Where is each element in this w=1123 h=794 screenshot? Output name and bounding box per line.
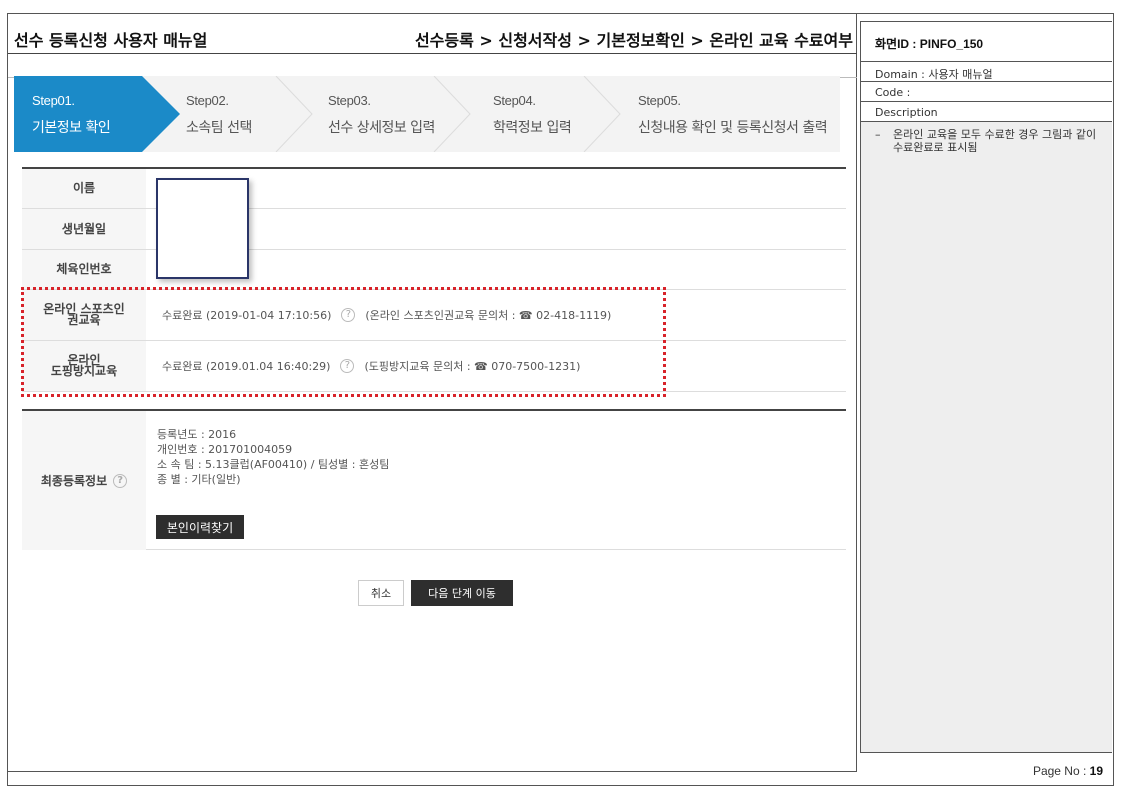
category-info: 종 별 : 기타(일반) — [157, 473, 241, 486]
step-1-number: Step01. — [32, 93, 75, 108]
registration-year: 등록년도 : 2016 — [157, 428, 237, 441]
help-icon[interactable]: ? — [113, 473, 128, 488]
sports-id-label: 체육인번호 — [22, 250, 146, 289]
side-panel: 화면ID : PINFO_150 Domain : 사용자 매뉴얼 Code :… — [860, 21, 1112, 752]
name-row: 이름 — [22, 169, 846, 209]
sports-id-row: 체육인번호 — [22, 250, 846, 290]
cancel-button[interactable]: 취소 — [358, 580, 404, 606]
final-registration-label: 최종등록정보 ? — [22, 411, 146, 550]
active-step-chevron — [14, 76, 180, 152]
personal-number: 개인번호 : 201701004059 — [157, 443, 293, 456]
team-info: 소 속 팀 : 5.13클럽(AF00410) / 팀성별 : 혼성팀 — [157, 458, 390, 471]
step-3-number: Step03. — [328, 93, 371, 108]
step-divider — [433, 76, 471, 152]
breadcrumb: 선수등록 > 신청서작성 > 기본정보확인 > 온라인 교육 수료여부 — [414, 31, 853, 50]
step-2-number: Step02. — [186, 93, 229, 108]
screen-id: 화면ID : PINFO_150 — [861, 22, 1112, 62]
description-text: – 온라인 교육을 모두 수료한 경우 그림과 같이 수료완료로 표시됨 — [875, 128, 1097, 154]
step-5-label: 신청내용 확인 및 등록신청서 출력 — [638, 120, 828, 136]
domain-line: Domain : 사용자 매뉴얼 — [861, 62, 1112, 82]
description-label: Description — [861, 102, 1112, 122]
final-registration-row: 최종등록정보 ? 등록년도 : 2016 개인번호 : 201701004059… — [22, 411, 846, 550]
step-4-label: 학력정보 입력 — [493, 120, 572, 136]
step-chevrons — [14, 76, 621, 152]
code-line: Code : — [861, 82, 1112, 102]
birth-label: 생년월일 — [22, 209, 146, 249]
next-step-button[interactable]: 다음 단계 이동 — [411, 580, 513, 606]
page-number: Page No : 19 — [1032, 764, 1103, 778]
final-registration-details: 등록년도 : 2016 개인번호 : 201701004059 소 속 팀 : … — [157, 427, 389, 487]
step-divider — [275, 76, 313, 152]
step-2-label: 소속팀 선택 — [186, 120, 252, 136]
page-header: 선수 등록신청 사용자 매뉴얼 선수등록 > 신청서작성 > 기본정보확인 > … — [8, 14, 857, 54]
subheader-bar — [8, 54, 857, 78]
step-indicator: Step01. 기본정보 확인 Step02. 소속팀 선택 Step03. 선… — [14, 76, 840, 152]
step-divider — [583, 76, 621, 152]
side-panel-bottom-border — [860, 752, 1112, 753]
step-3-label: 선수 상세정보 입력 — [328, 120, 435, 136]
birth-row: 생년월일 — [22, 209, 846, 250]
step-5-number: Step05. — [638, 93, 681, 108]
step-4-number: Step04. — [493, 93, 536, 108]
highlight-box — [21, 287, 666, 397]
page-title: 선수 등록신청 사용자 매뉴얼 — [14, 31, 208, 50]
name-label: 이름 — [22, 169, 146, 208]
profile-photo — [156, 178, 249, 279]
find-history-button[interactable]: 본인이력찾기 — [156, 515, 244, 539]
step-1-label: 기본정보 확인 — [32, 120, 111, 136]
